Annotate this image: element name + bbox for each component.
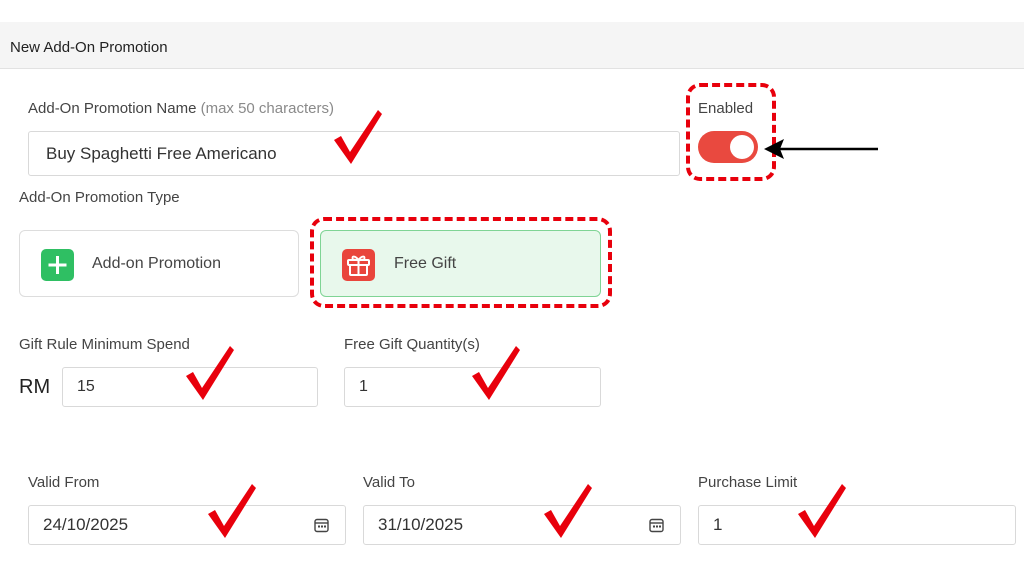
purchase-limit-label: Purchase Limit xyxy=(698,474,798,491)
calendar-icon[interactable] xyxy=(649,518,664,533)
toggle-knob xyxy=(730,135,754,159)
addon-option-label: Add-on Promotion xyxy=(92,255,221,272)
purchase-limit-value: 1 xyxy=(713,515,723,534)
purchase-limit-input[interactable]: 1 xyxy=(698,505,1016,545)
min-spend-input[interactable]: 15 xyxy=(62,367,318,407)
min-spend-value: 15 xyxy=(77,378,95,395)
valid-to-label: Valid To xyxy=(363,474,415,491)
page-title: New Add-On Promotion xyxy=(10,39,168,56)
promotion-name-value: Buy Spaghetti Free Americano xyxy=(46,143,277,163)
free-gift-option-label: Free Gift xyxy=(394,255,457,272)
promotion-name-label-text: Add-On Promotion Name xyxy=(28,100,197,117)
min-spend-label: Gift Rule Minimum Spend xyxy=(19,336,190,353)
enabled-label: Enabled xyxy=(698,100,754,117)
top-strip xyxy=(0,0,1024,22)
page-header: New Add-On Promotion xyxy=(0,22,1024,69)
valid-from-input[interactable]: 24/10/2025 xyxy=(28,505,346,545)
valid-to-value: 31/10/2025 xyxy=(378,515,464,534)
plus-icon xyxy=(41,249,74,281)
gift-quantity-input[interactable]: 1 xyxy=(344,367,601,407)
annotation-arrow-icon xyxy=(764,139,878,159)
gift-icon xyxy=(342,249,375,281)
currency-prefix: RM xyxy=(19,376,51,398)
promotion-type-label: Add-On Promotion Type xyxy=(19,189,180,206)
enabled-toggle[interactable] xyxy=(698,131,758,163)
promotion-name-hint: (max 50 characters) xyxy=(200,100,334,117)
promotion-type-free-gift-card[interactable]: Free Gift xyxy=(320,230,601,297)
promotion-name-input[interactable]: Buy Spaghetti Free Americano xyxy=(28,131,680,176)
gift-quantity-label: Free Gift Quantity(s) xyxy=(344,336,480,353)
valid-from-value: 24/10/2025 xyxy=(43,515,129,534)
promotion-type-addon-card[interactable]: Add-on Promotion xyxy=(19,230,299,297)
gift-quantity-value: 1 xyxy=(359,378,368,395)
valid-from-label: Valid From xyxy=(28,474,100,491)
calendar-icon[interactable] xyxy=(314,518,329,533)
promotion-name-label: Add-On Promotion Name (max 50 characters… xyxy=(28,100,334,117)
valid-to-input[interactable]: 31/10/2025 xyxy=(363,505,681,545)
